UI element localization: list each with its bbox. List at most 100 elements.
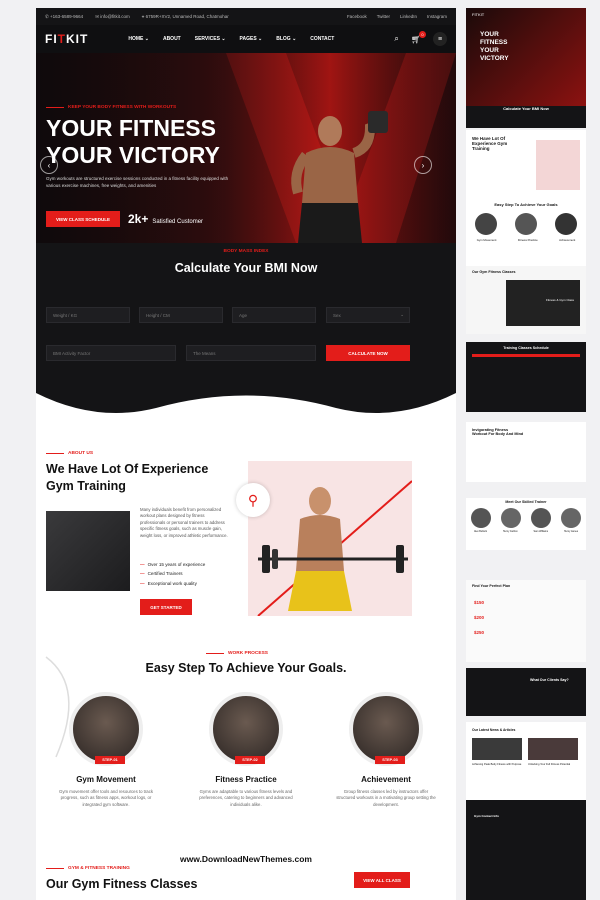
preview-classes: Our Gym Fitness Classes Fitness & Gym Cl… xyxy=(466,266,586,334)
nav-item-pages[interactable]: PAGES ⌄ xyxy=(240,36,263,42)
avatar xyxy=(561,508,581,528)
social-link-instagram[interactable]: Instagram xyxy=(427,14,447,19)
preview-news-titles: Achieving Peak Body Fitness with Purpose… xyxy=(472,763,571,766)
preview-invigorating: Invigorating Fitness Workout For Body An… xyxy=(466,422,586,482)
preview-step-circle xyxy=(555,213,577,235)
page-preview-strip: FITKIT YOUR FITNESS YOUR VICTORY Calcula… xyxy=(466,8,586,900)
social-link-linkedin[interactable]: LinkedIn xyxy=(400,14,417,19)
cart-icon[interactable]: 🛒︎ 0 xyxy=(411,30,426,44)
preview-price: $250 xyxy=(474,630,485,635)
barbell-athlete-figure xyxy=(257,480,413,617)
age-field[interactable]: Age xyxy=(232,307,316,323)
step-title: Achievement xyxy=(361,775,411,784)
sex-select[interactable]: Sex ⌄ xyxy=(326,307,410,323)
preview-footer: Gym Contact Info xyxy=(466,800,586,900)
preview-price: $200 xyxy=(474,615,485,620)
activity-factor-field[interactable]: BMI Activity Factor xyxy=(46,345,176,361)
preview-step-circles xyxy=(466,213,586,235)
preview-news-image xyxy=(528,738,578,760)
nav-item-services[interactable]: SERVICES ⌄ xyxy=(195,36,226,42)
social-link-twitter[interactable]: Twitter xyxy=(377,14,390,19)
preview-schedule: Training Classes Schedule xyxy=(466,342,586,412)
preview-news-image xyxy=(472,738,522,760)
chevron-down-icon: ⌄ xyxy=(400,312,404,317)
preview-bmi: Calculate Your BMI Now xyxy=(466,106,586,128)
feature-item: Certified Trainers xyxy=(140,571,205,576)
nav-item-contact[interactable]: CONTACT xyxy=(310,36,334,42)
step-badge: STEP-02 xyxy=(235,756,265,764)
preview-step-circle xyxy=(475,213,497,235)
social-link-facebook[interactable]: Facebook xyxy=(347,14,367,19)
bmi-tag: BODY MASS INDEX xyxy=(223,249,269,254)
email-info: ✉ info@fitkit.com xyxy=(95,13,130,19)
top-bar: ✆ +163-6589-9664 ✉ info@fitkit.com ⌖ 675… xyxy=(36,8,456,25)
height-field[interactable]: Height / CM xyxy=(139,307,223,323)
about-description: Many individuals benefit from personaliz… xyxy=(140,507,228,538)
cart-count-badge: 0 xyxy=(419,30,426,38)
step-title: Fitness Practice xyxy=(215,775,277,784)
work-process-title: Easy Step To Achieve Your Goals. xyxy=(145,661,347,675)
preview-schedule-title: Training Classes Schedule xyxy=(503,346,549,350)
about-photo-frame xyxy=(248,461,413,617)
step-badge: STEP-03 xyxy=(375,756,405,764)
preview-news: Our Latest News & Articles Achieving Pea… xyxy=(466,722,586,800)
preview-testimonial-title: What Our Clients Say? xyxy=(530,678,569,682)
nav-menu: HOME ⌄ ABOUT SERVICES ⌄ PAGES ⌄ BLOG ⌄ C… xyxy=(128,36,334,42)
preview-classes-card: Fitness & Gym Class xyxy=(506,280,580,326)
means-field[interactable]: The Means xyxy=(186,345,316,361)
preview-about: We Have Lot Of Experience Gym Training xyxy=(466,130,586,198)
hero-section: ‹ › KEEP YOUR BODY FITNESS WITH WORKOUTS… xyxy=(36,53,456,243)
preview-logo: FITKIT xyxy=(472,12,485,17)
about-title: We Have Lot Of Experience Gym Training xyxy=(46,462,209,493)
nav-item-about[interactable]: ABOUT xyxy=(163,36,181,42)
preview-pricing: Find Your Perfect Plan $150 $200 $250 xyxy=(466,580,586,662)
preview-testimonials: What Our Clients Say? xyxy=(466,668,586,716)
preview-step-circle xyxy=(515,213,537,235)
preview-trainer-names: Alex Bullock Henry Carlton Sam Williams … xyxy=(473,530,579,533)
preview-classes-title: Our Gym Fitness Classes xyxy=(472,270,516,274)
avatar xyxy=(501,508,521,528)
main-nav: FITKIT HOME ⌄ ABOUT SERVICES ⌄ PAGES ⌄ B… xyxy=(36,25,456,53)
preview-hero: FITKIT YOUR FITNESS YOUR VICTORY xyxy=(466,8,586,106)
preview-trainers-title: Meet Our Skilled Trainer xyxy=(505,500,547,504)
nav-item-blog[interactable]: BLOG ⌄ xyxy=(276,36,296,42)
phone-info: ✆ +163-6589-9664 xyxy=(45,13,84,19)
weight-field[interactable]: Weight / KG xyxy=(46,307,130,323)
section-wave-divider xyxy=(36,393,456,418)
classes-tag: GYM & FITNESS TRAINING xyxy=(46,866,130,871)
bmi-section: BODY MASS INDEX Calculate Your BMI Now W… xyxy=(36,243,456,418)
step-badge: STEP-01 xyxy=(95,756,125,764)
nav-item-home[interactable]: HOME ⌄ xyxy=(128,36,149,42)
step-text: Gym movement offer tools and resources t… xyxy=(58,789,153,807)
feature-item: Over 15 years of experience xyxy=(140,562,206,567)
classes-title: Our Gym Fitness Classes xyxy=(46,877,198,891)
hero-tag: KEEP YOUR BODY FITNESS WITH WORKOUTS xyxy=(46,105,176,110)
trainer-photo xyxy=(46,511,130,591)
feature-list: Over 15 years of experience Certified Tr… xyxy=(140,562,206,590)
preview-step-label: Fitness Practice xyxy=(517,238,538,242)
preview-hero-title: YOUR FITNESS YOUR VICTORY xyxy=(480,31,509,62)
preview-contact-title: Gym Contact Info xyxy=(474,814,500,818)
dumbbell-emblem-icon: ⚲ xyxy=(236,483,270,517)
step-text: Gyms are adaptable to various fitness le… xyxy=(199,789,293,807)
get-started-button[interactable]: GET STARTED xyxy=(140,599,192,615)
view-all-class-button[interactable]: VIEW ALL CLASS xyxy=(354,872,410,888)
classes-section: www.DownloadNewThemes.com GYM & FITNESS … xyxy=(36,854,456,900)
menu-icon[interactable]: ≡ xyxy=(433,32,447,46)
logo[interactable]: FITKIT xyxy=(45,32,88,46)
home-page: ✆ +163-6589-9664 ✉ info@fitkit.com ⌖ 675… xyxy=(36,8,456,900)
about-section: ABOUT US We Have Lot Of Experience Gym T… xyxy=(36,417,456,647)
preview-schedule-header xyxy=(472,354,580,357)
view-class-schedule-button[interactable]: VIEW CLASS SCHEDULE xyxy=(46,211,120,227)
hero-next-arrow[interactable]: › xyxy=(414,156,432,174)
nav-icons: ⌕ 🛒︎ 0 ≡ xyxy=(394,30,447,46)
about-tag: ABOUT US xyxy=(46,451,93,456)
preview-news-images xyxy=(466,738,586,760)
preview-invigorating-title: Invigorating Fitness Workout For Body An… xyxy=(472,428,524,436)
preview-step-label: Gym Movement xyxy=(476,238,497,242)
search-icon[interactable]: ⌕ xyxy=(394,34,398,44)
calculate-now-button[interactable]: CALCULATE NOW xyxy=(326,345,410,361)
avatar xyxy=(531,508,551,528)
feature-item: Exceptional work quality xyxy=(140,581,205,586)
bmi-title: Calculate Your BMI Now xyxy=(174,261,318,275)
